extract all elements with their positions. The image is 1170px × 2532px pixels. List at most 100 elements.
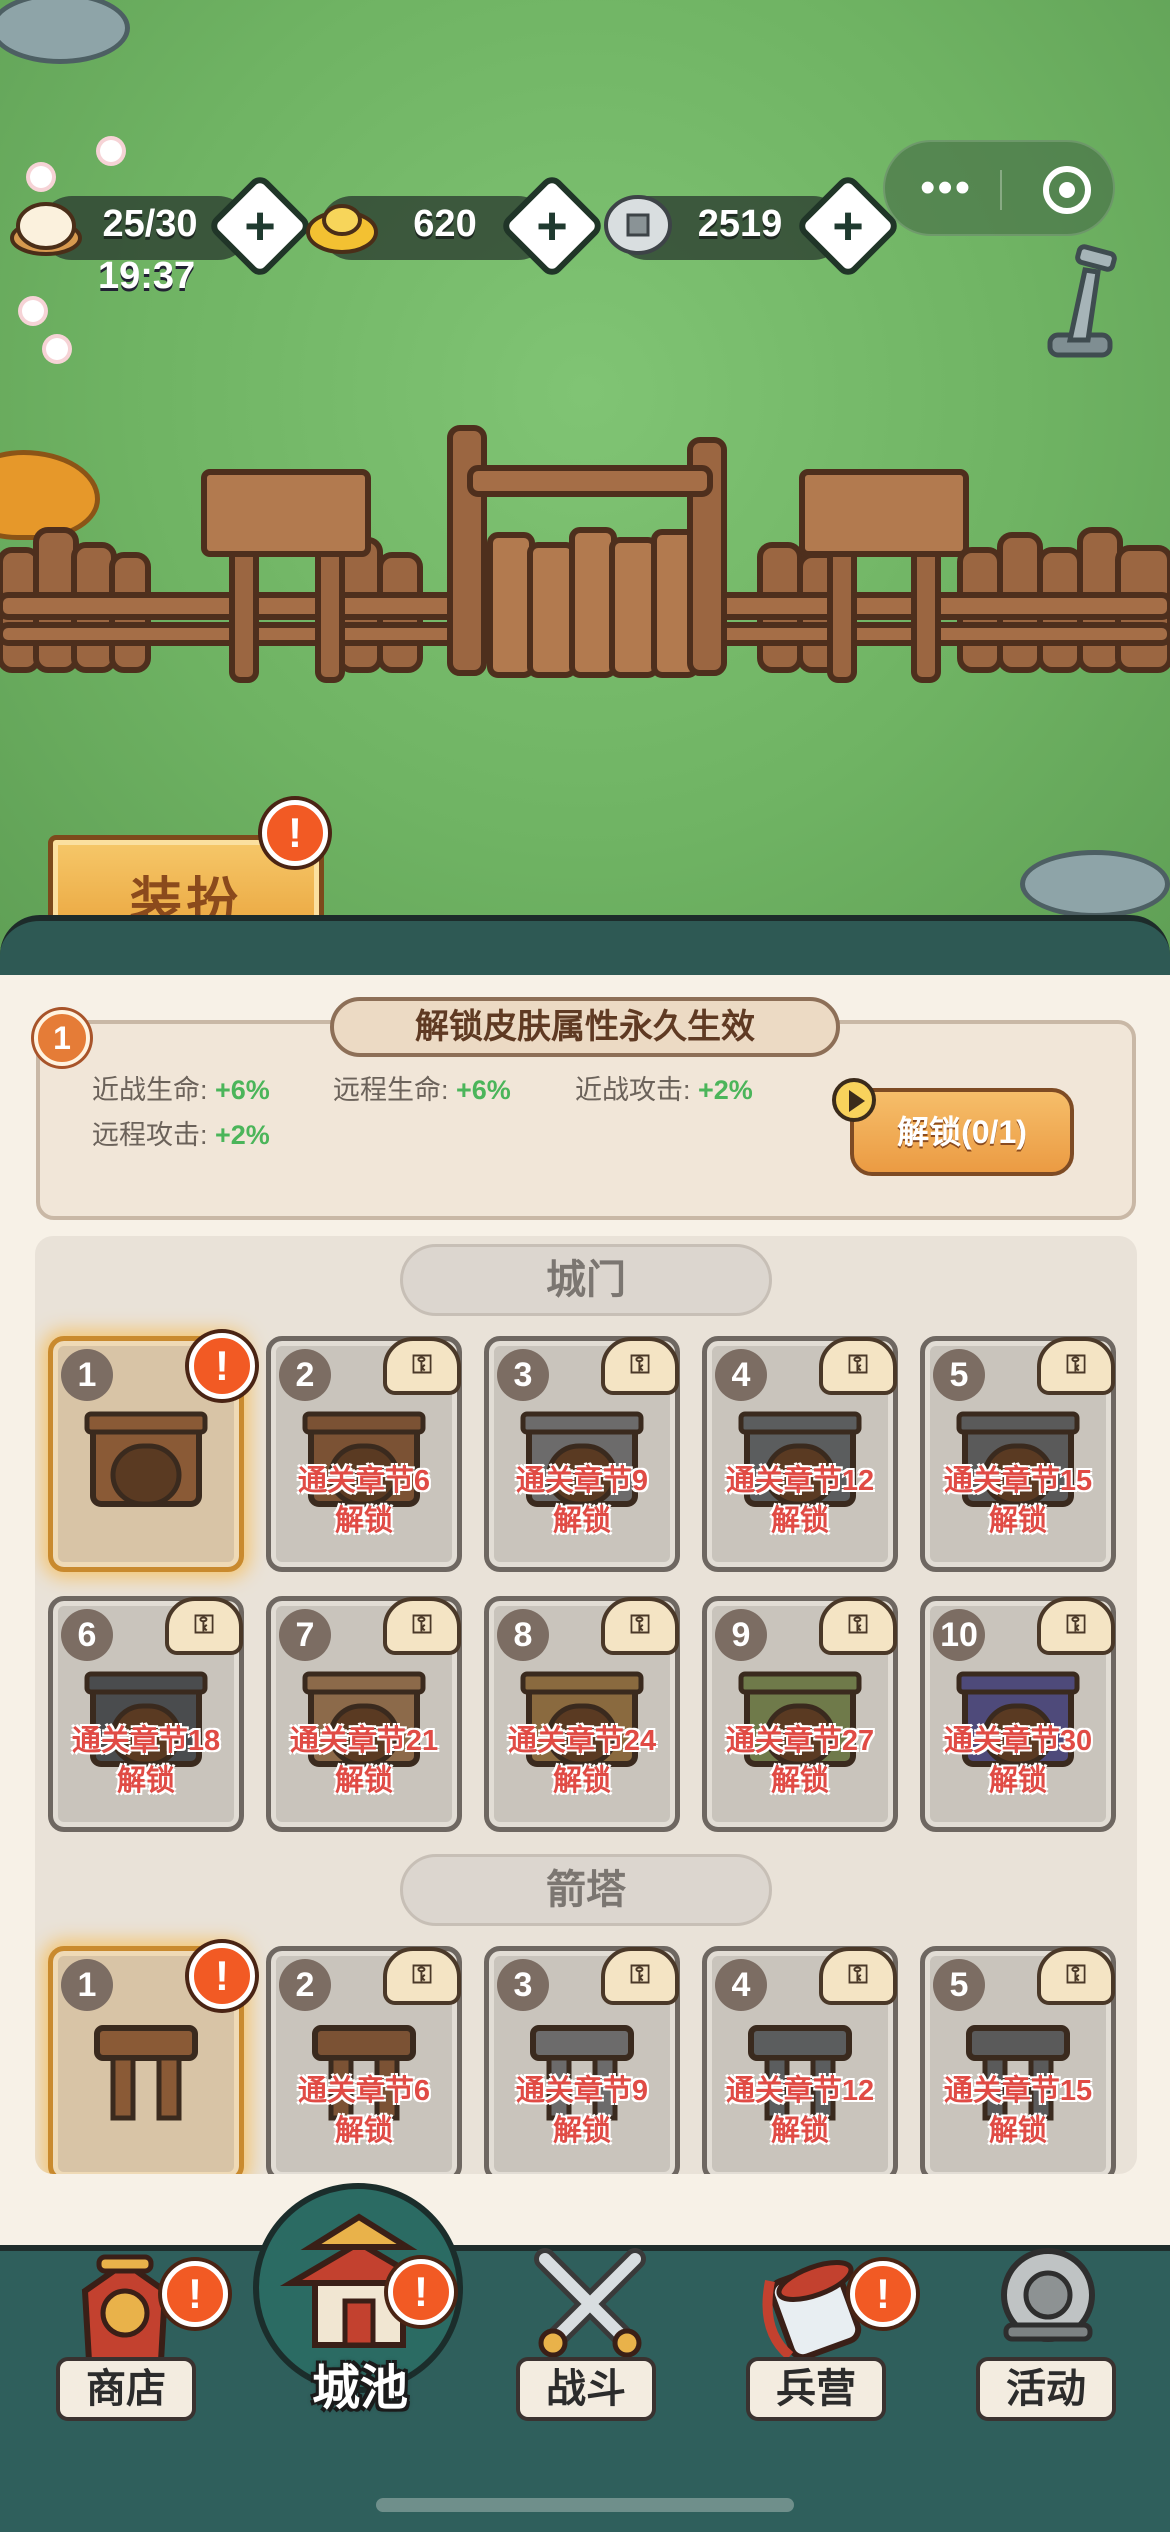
- gate-skin-slot[interactable]: 2 ⚿ 通关章节6 解锁: [266, 1336, 462, 1572]
- bun-icon: [10, 202, 82, 256]
- requirement-unlock-label: 解锁: [770, 1505, 829, 1537]
- slot-number: 10: [933, 1609, 985, 1661]
- tower-skin-icon: [94, 2025, 198, 2121]
- slot-number: 3: [497, 1959, 549, 2011]
- slot-number: 5: [933, 1959, 985, 2011]
- tower-skin-slot[interactable]: 1!: [48, 1943, 255, 2174]
- silver-coin-icon: [604, 195, 672, 255]
- lock-icon: ⚿: [819, 1597, 897, 1655]
- requirement-unlock-label: 解锁: [552, 2115, 611, 2147]
- gate-skin-slot[interactable]: 9 ⚿ 通关章节27 解锁: [702, 1596, 898, 1832]
- add-stamina-button[interactable]: +: [206, 172, 314, 280]
- lock-icon: ⚿: [819, 1337, 897, 1395]
- tower-skin-slot[interactable]: 4 ⚿ 通关章节12 解锁: [702, 1946, 898, 2174]
- lock-icon: ⚿: [383, 1337, 461, 1395]
- gate-skin-slot[interactable]: 7 ⚿ 通关章节21 解锁: [266, 1596, 462, 1832]
- requirement-unlock-label: 解锁: [334, 2115, 393, 2147]
- skin-grid[interactable]: 城门 箭塔 1! 2 ⚿ 通关章节6 解锁 3 ⚿ 通关章节9 解锁 4 ⚿ 通关章节12 解锁 5 ⚿ 通关…: [35, 1236, 1137, 2174]
- slot-unlock-requirement: 通关章节9 解锁: [481, 2071, 683, 2151]
- gold-value: 620: [413, 203, 477, 245]
- slot-unlock-requirement: 通关章节12 解锁: [699, 2071, 901, 2151]
- slot-unlock-requirement: 通关章节9 解锁: [481, 1461, 683, 1541]
- lock-icon: ⚿: [1037, 1337, 1115, 1395]
- slot-unlock-requirement: 通关章节15 解锁: [917, 2071, 1119, 2151]
- nav-battle[interactable]: 战斗: [510, 2248, 670, 2481]
- rock-decoration: [0, 0, 130, 64]
- lock-icon: ⚿: [601, 1947, 679, 2005]
- stat-ranged-hp: 远程生命: +6%: [333, 1075, 511, 1105]
- miniprogram-capsule: •••: [883, 140, 1115, 236]
- barracks-alert-badge: !: [850, 2261, 916, 2327]
- nav-shop-label: 商店: [56, 2357, 196, 2421]
- requirement-unlock-label: 解锁: [552, 1505, 611, 1537]
- tower-skin-slot[interactable]: 2 ⚿ 通关章节6 解锁: [266, 1946, 462, 2174]
- rock-decoration: [1020, 850, 1170, 918]
- nav-city-label: 城池: [311, 2362, 408, 2415]
- shop-alert-badge: !: [162, 2261, 228, 2327]
- add-gold-button[interactable]: +: [498, 172, 606, 280]
- gate-skin-slot[interactable]: 1!: [48, 1333, 255, 1572]
- city-alert-badge: !: [388, 2259, 454, 2325]
- tower-skin-slot[interactable]: 5 ⚿ 通关章节15 解锁: [920, 1946, 1116, 2174]
- home-indicator[interactable]: [376, 2498, 794, 2512]
- bottom-nav: 商店 ! 城池 ! 战斗 兵营 ! 活动: [0, 2183, 1170, 2532]
- unlock-ad-button[interactable]: 解锁(0/1): [850, 1088, 1074, 1176]
- stat-ranged-atk: 远程攻击: +2%: [92, 1120, 270, 1150]
- tower-skin-slot[interactable]: 3 ⚿ 通关章节9 解锁: [484, 1946, 680, 2174]
- lock-icon: ⚿: [819, 1947, 897, 2005]
- nav-events[interactable]: 活动: [970, 2248, 1130, 2481]
- capsule-divider: [1000, 170, 1002, 210]
- gate-skin-slot[interactable]: 5 ⚿ 通关章节15 解锁: [920, 1336, 1116, 1572]
- slot-unlock-requirement: 通关章节6 解锁: [263, 1461, 465, 1541]
- gate-skin-slot[interactable]: 10 ⚿ 通关章节30 解锁: [920, 1596, 1116, 1832]
- lock-icon: ⚿: [1037, 1947, 1115, 2005]
- requirement-chapter: 通关章节18: [71, 1725, 221, 1757]
- requirement-unlock-label: 解锁: [988, 1505, 1047, 1537]
- nav-events-label: 活动: [976, 2357, 1116, 2421]
- stat-melee-hp: 近战生命: +6%: [92, 1075, 270, 1105]
- requirement-chapter: 通关章节9: [515, 2075, 649, 2107]
- crossed-swords-icon: [534, 2248, 646, 2358]
- requirement-chapter: 通关章节30: [943, 1725, 1093, 1757]
- stamina-value: 25/30: [102, 203, 198, 245]
- slot-unlock-requirement: 通关章节18 解锁: [45, 1721, 247, 1801]
- nav-city[interactable]: 城池: [245, 2183, 465, 2483]
- requirement-chapter: 通关章节6: [297, 1465, 431, 1497]
- slot-number: 6: [61, 1609, 113, 1661]
- requirement-chapter: 通关章节27: [725, 1725, 875, 1757]
- lock-icon: ⚿: [601, 1337, 679, 1395]
- gate-skin-icon: [84, 1411, 208, 1507]
- requirement-chapter: 通关章节6: [297, 2075, 431, 2107]
- requirement-chapter: 通关章节15: [943, 1465, 1093, 1497]
- close-target-icon[interactable]: [1043, 166, 1091, 214]
- slot-number: 8: [497, 1609, 549, 1661]
- gate-skin-slot[interactable]: 8 ⚿ 通关章节24 解锁: [484, 1596, 680, 1832]
- stamina-timer: 19:37: [98, 255, 196, 297]
- flower-decoration: [46, 338, 68, 360]
- more-menu-icon[interactable]: •••: [920, 166, 972, 210]
- lock-icon: ⚿: [383, 1597, 461, 1655]
- requirement-chapter: 通关章节12: [725, 2075, 875, 2107]
- gate-skin-slot[interactable]: 4 ⚿ 通关章节12 解锁: [702, 1336, 898, 1572]
- gate-skin-slot[interactable]: 6 ⚿ 通关章节18 解锁: [48, 1596, 244, 1832]
- flower-decoration: [22, 300, 44, 322]
- slot-number: 2: [279, 1959, 331, 2011]
- slot-unlock-requirement: 通关章节12 解锁: [699, 1461, 901, 1541]
- gold-ingot-icon: [306, 204, 378, 254]
- lock-icon: ⚿: [165, 1597, 243, 1655]
- dress-up-alert-badge: !: [262, 800, 328, 866]
- requirement-chapter: 通关章节15: [943, 2075, 1093, 2107]
- requirement-unlock-label: 解锁: [770, 2115, 829, 2147]
- requirement-unlock-label: 解锁: [988, 1765, 1047, 1797]
- gate-skin-slot[interactable]: 3 ⚿ 通关章节9 解锁: [484, 1336, 680, 1572]
- requirement-unlock-label: 解锁: [334, 1505, 393, 1537]
- slot-unlock-requirement: 通关章节15 解锁: [917, 1461, 1119, 1541]
- slot-number: 1: [61, 1349, 113, 1401]
- slot-alert-badge: !: [189, 1333, 255, 1399]
- section-title-tower: 箭塔: [400, 1854, 772, 1926]
- requirement-chapter: 通关章节12: [725, 1465, 875, 1497]
- slot-number: 3: [497, 1349, 549, 1401]
- slot-number: 5: [933, 1349, 985, 1401]
- nav-barracks-label: 兵营: [746, 2357, 886, 2421]
- section-title-gate: 城门: [400, 1244, 772, 1316]
